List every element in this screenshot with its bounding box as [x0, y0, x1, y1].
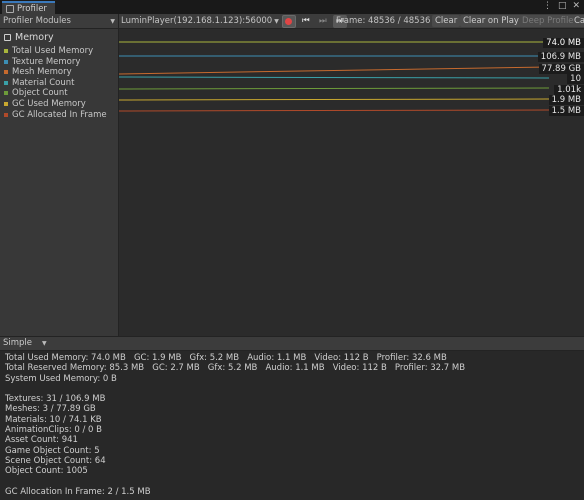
legend-swatch [4, 112, 8, 117]
legend-swatch [4, 59, 8, 64]
memory-module-header: Memory [4, 32, 54, 43]
step-frame-button[interactable]: ⏭ [316, 15, 330, 28]
legend-item[interactable]: Object Count [4, 88, 68, 98]
legend-label: Total Used Memory [12, 46, 94, 56]
view-mode-label: Simple [3, 338, 33, 348]
series-value-label: 1.9 MB [548, 95, 584, 105]
deep-profile-button[interactable]: Deep Profile [519, 15, 577, 27]
first-frame-button[interactable]: ⏮ [299, 15, 313, 28]
legend-swatch [4, 80, 8, 85]
series-line [118, 66, 550, 75]
profiler-icon [6, 4, 14, 13]
legend-swatch [4, 102, 8, 106]
close-icon[interactable]: ✕ [572, 1, 580, 11]
legend-label: GC Allocated In Frame [12, 109, 107, 120]
step-forward-icon: ⏭ [318, 16, 327, 26]
player-controls: LuminPlayer(192.168.1.123):56000 ▼ ⏮ ⏭ ⏭ [121, 14, 347, 28]
legend-item[interactable]: Material Count [4, 78, 74, 88]
memory-details-text: Total Used Memory: 74.0 MB GC: 1.9 MB Gf… [5, 353, 466, 497]
memory-module-panel[interactable]: Memory Total Used Memory Texture Memory Me… [0, 29, 119, 336]
memory-module-title: Memory [15, 32, 54, 43]
legend-item[interactable]: GC Used Memory [4, 99, 86, 109]
legend-item[interactable]: Total Used Memory [4, 46, 93, 56]
more-menu-icon[interactable]: ⋮ [543, 1, 552, 11]
chevron-down-icon: ▼ [274, 17, 279, 25]
tab-title: Profiler [17, 3, 47, 14]
series-value-label: 106.9 MB [537, 52, 584, 62]
maximize-icon[interactable]: □ [558, 1, 567, 11]
profiler-modules-dropdown[interactable]: Profiler Modules ▼ [0, 14, 119, 28]
frame-counter: Frame: 48536 / 48536 [336, 16, 431, 26]
series-line [118, 109, 550, 112]
series-value-label: 1.01k [554, 85, 584, 95]
target-player-dropdown[interactable]: LuminPlayer(192.168.1.123):56000 ▼ [121, 16, 279, 26]
legend-swatch [4, 70, 8, 75]
clear-on-play-button[interactable]: Clear on Play [460, 15, 522, 27]
series-value-label: 77.89 GB [538, 64, 584, 74]
memory-module-icon [4, 34, 11, 41]
title-bar: Profiler ⋮ □ ✕ [0, 0, 584, 14]
call-stacks-button[interactable]: Ca [573, 15, 584, 27]
legend-swatch [4, 49, 8, 53]
skip-back-icon: ⏮ [301, 16, 310, 26]
legend-item[interactable]: GC Allocated In Frame [4, 110, 107, 120]
series-value-label: 1.5 MB [548, 106, 584, 116]
legend-item[interactable]: Texture Memory [4, 57, 80, 67]
clear-button[interactable]: Clear [432, 15, 461, 27]
memory-chart[interactable]: 74.0 MB 106.9 MB 77.89 GB 10 1.01k 1.9 MB 1.5 … [118, 29, 584, 336]
series-value-label: 10 [567, 74, 584, 84]
profiler-tab[interactable]: Profiler [2, 1, 55, 14]
legend-item[interactable]: Mesh Memory [4, 67, 72, 77]
legend-label: Material Count [12, 77, 75, 88]
legend-label: Texture Memory [12, 56, 81, 67]
legend-swatch [4, 91, 8, 96]
series-line [118, 76, 550, 79]
legend-label: GC Used Memory [12, 99, 86, 109]
details-toolbar: Simple ▼ [0, 336, 584, 351]
legend-label: Mesh Memory [12, 67, 72, 78]
record-button[interactable] [281, 14, 296, 28]
target-player-label: LuminPlayer(192.168.1.123):56000 [121, 16, 273, 26]
legend-label: Object Count [12, 88, 68, 99]
memory-chart-svg [118, 41, 550, 112]
series-line [118, 98, 550, 101]
profiler-modules-label: Profiler Modules [3, 16, 71, 26]
series-line [118, 87, 550, 90]
view-mode-dropdown[interactable]: Simple ▼ [3, 338, 47, 348]
chevron-down-icon: ▼ [110, 17, 115, 25]
chevron-down-icon: ▼ [42, 339, 47, 347]
profiler-toolbar: Profiler Modules ▼ LuminPlayer(192.168.1… [0, 14, 584, 29]
series-value-label: 74.0 MB [543, 38, 584, 48]
window-controls: ⋮ □ ✕ [543, 1, 580, 11]
record-icon [285, 17, 293, 25]
